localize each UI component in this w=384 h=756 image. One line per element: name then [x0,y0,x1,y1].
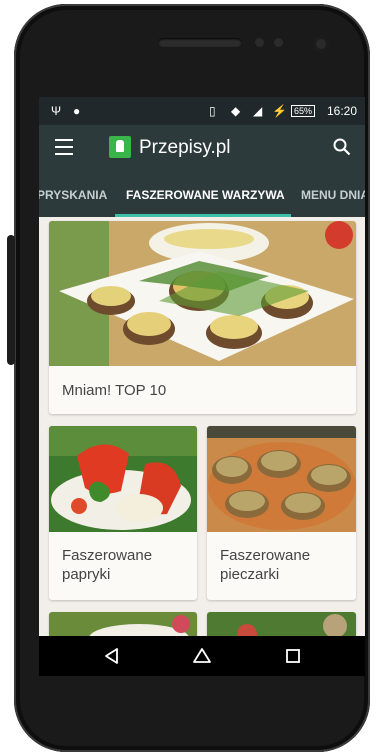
tab-pryskania[interactable]: PRYSKANIA [39,188,107,202]
phone-sensor [274,38,283,47]
usb-icon: Ψ [51,104,62,118]
card-title: Faszerowane pieczarki [220,547,311,583]
card-title: Mniam! TOP 10 [62,382,167,399]
tab-menu-dnia[interactable]: MENU DNIA [301,188,365,202]
recipe-card-pieczarki[interactable]: Faszerowane pieczarki [207,426,356,600]
front-camera [313,36,329,52]
przepisy-logo-icon [109,136,131,158]
search-icon[interactable] [333,138,351,156]
navigation-bar [39,636,365,676]
recipe-photo [49,426,197,532]
clock: 16:20 [326,104,357,118]
app-title: Przepisy.pl [139,137,231,158]
home-icon[interactable] [191,645,213,667]
back-icon[interactable] [101,645,123,667]
battery-level: 65% [290,105,315,117]
recents-icon[interactable] [282,645,304,667]
phone-sensor [255,38,264,47]
charging-icon: ⚡ [272,104,287,118]
recipe-list: Mniam! TOP 10 Faszerowane papryki Faszer… [39,217,365,642]
vibrate-icon: ▯ [209,104,216,118]
card-title: Faszerowane papryki [62,547,153,583]
screen: Ψ ● ▯ ◆ ◢ ⚡ 65% 16:20 Przepisy.pl PRYSKA… [39,97,365,676]
status-bar: Ψ ● ▯ ◆ ◢ ⚡ 65% 16:20 [39,97,365,125]
recipe-photo [49,221,356,366]
signal-icon: ◢ [253,104,263,118]
android-icon: ● [73,104,81,118]
app-bar: Przepisy.pl [39,125,365,171]
phone-side-button [7,235,15,365]
recipe-card-papryki[interactable]: Faszerowane papryki [49,426,197,600]
menu-icon[interactable] [55,139,73,155]
category-tabs: PRYSKANIA FASZEROWANE WARZYWA MENU DNIA [39,171,365,217]
phone-speaker [158,38,242,47]
tab-faszerowane-warzywa[interactable]: FASZEROWANE WARZYWA [126,188,285,202]
featured-recipe-card[interactable]: Mniam! TOP 10 [49,221,356,414]
recipe-photo [207,426,356,532]
wifi-icon: ◆ [231,104,241,118]
